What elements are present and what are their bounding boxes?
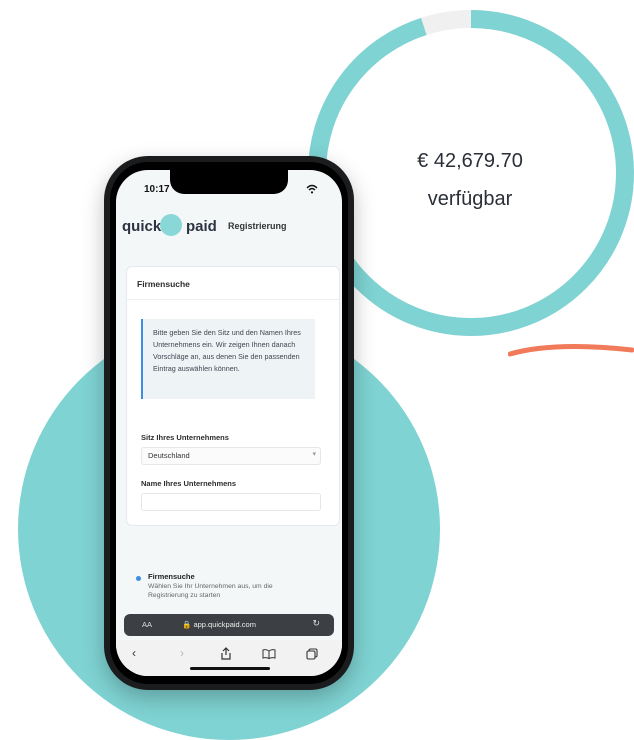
balance-label: verfügbar xyxy=(427,188,513,210)
back-icon[interactable]: ‹ xyxy=(132,646,136,660)
url-text: 🔒 app.quickpaid.com xyxy=(182,620,256,629)
balance-ring xyxy=(308,10,634,336)
forward-icon[interactable]: › xyxy=(180,646,184,660)
registration-link[interactable]: Registrierung xyxy=(228,221,287,231)
wifi-icon xyxy=(306,184,318,194)
seat-select[interactable]: Deutschland ▾ xyxy=(141,447,321,465)
logo-text-quick: quick xyxy=(122,218,162,235)
home-indicator xyxy=(190,667,270,670)
logo-icon xyxy=(160,214,182,236)
phone-mockup: 10:17 quick paid Registrierung Firmensuc… xyxy=(104,156,354,690)
step-title: Firmensuche xyxy=(148,572,195,581)
share-icon[interactable] xyxy=(220,647,232,660)
balance-amount: € 42,679.70 xyxy=(417,150,523,172)
reload-icon[interactable]: ↻ xyxy=(312,618,320,629)
step-description: Wählen Sie Ihr Unternehmen aus, um die R… xyxy=(148,583,273,599)
card-title: Firmensuche xyxy=(137,279,190,289)
status-time: 10:17 xyxy=(144,184,170,195)
step-indicator-dot xyxy=(136,576,141,581)
phone-screen: 10:17 quick paid Registrierung Firmensuc… xyxy=(116,170,342,676)
name-label: Name Ihres Unternehmens xyxy=(141,479,237,488)
logo-text-paid: paid xyxy=(186,218,217,235)
info-box: Bitte geben Sie den Sitz und den Namen I… xyxy=(141,319,315,399)
company-name-input[interactable] xyxy=(141,493,321,511)
tabs-icon[interactable] xyxy=(306,648,318,660)
brush-stroke-decoration xyxy=(508,344,634,357)
app-header: quick paid Registrierung xyxy=(116,206,342,246)
browser-toolbar: ‹ › xyxy=(116,640,342,676)
browser-url-bar[interactable]: AA 🔒 app.quickpaid.com ↻ xyxy=(124,614,334,636)
seat-select-value: Deutschland xyxy=(148,451,190,460)
card-divider xyxy=(127,299,339,300)
seat-label: Sitz Ihres Unternehmens xyxy=(141,433,229,442)
company-search-card: Firmensuche Bitte geben Sie den Sitz und… xyxy=(126,266,340,526)
chevron-down-icon: ▾ xyxy=(312,451,316,458)
url-value: app.quickpaid.com xyxy=(193,620,256,629)
phone-notch xyxy=(170,170,288,194)
info-text: Bitte geben Sie den Sitz und den Namen I… xyxy=(153,328,301,373)
bookmarks-icon[interactable] xyxy=(262,649,276,659)
text-size-button[interactable]: AA xyxy=(142,620,152,629)
